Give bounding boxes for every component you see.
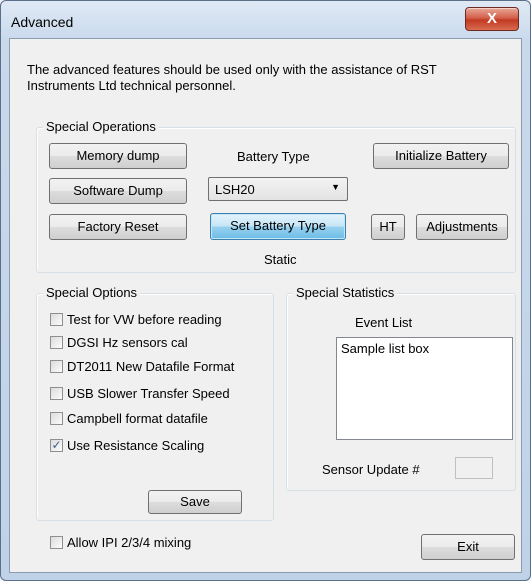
event-list-box[interactable]: Sample list box xyxy=(336,337,513,440)
sensor-update-field xyxy=(455,457,493,479)
special-options-legend: Special Options xyxy=(43,285,141,300)
close-button[interactable]: X xyxy=(465,7,519,31)
checkbox-label: Campbell format datafile xyxy=(67,411,208,426)
sensor-update-label: Sensor Update # xyxy=(322,462,420,477)
battery-type-label: Battery Type xyxy=(237,149,310,164)
initialize-battery-button[interactable]: Initialize Battery xyxy=(373,143,509,169)
checkbox-box[interactable] xyxy=(50,313,63,326)
list-item[interactable]: Sample list box xyxy=(341,341,429,356)
checkbox-box[interactable] xyxy=(50,412,63,425)
checkbox-box[interactable] xyxy=(50,387,63,400)
set-battery-type-button[interactable]: Set Battery Type xyxy=(210,213,346,240)
chevron-down-icon: ▼ xyxy=(331,182,340,192)
adjustments-button[interactable]: Adjustments xyxy=(416,214,508,240)
factory-reset-button[interactable]: Factory Reset xyxy=(49,214,187,240)
special-operations-legend: Special Operations xyxy=(43,119,159,134)
battery-type-value: LSH20 xyxy=(215,182,255,197)
checkbox-label: DT2011 New Datafile Format xyxy=(67,359,235,374)
title-bar[interactable]: Advanced X xyxy=(1,1,530,39)
ht-button[interactable]: HT xyxy=(371,214,405,240)
exit-button[interactable]: Exit xyxy=(421,534,515,560)
memory-dump-button[interactable]: Memory dump xyxy=(49,143,187,169)
checkbox-box[interactable] xyxy=(50,360,63,373)
event-list-label: Event List xyxy=(355,315,413,330)
window-title: Advanced xyxy=(11,14,74,30)
checkbox-label: Use Resistance Scaling xyxy=(67,438,205,453)
close-icon: X xyxy=(486,10,497,27)
special-statistics-legend: Special Statistics xyxy=(293,285,398,300)
checkbox-label: USB Slower Transfer Speed xyxy=(67,386,230,401)
checkbox-label: DGSI Hz sensors cal xyxy=(67,335,188,350)
checkbox-box[interactable]: ✓ xyxy=(50,439,63,452)
intro-text: The advanced features should be used onl… xyxy=(27,62,437,93)
checkbox-label: Allow IPI 2/3/4 mixing xyxy=(67,535,192,550)
special-options-group: Special Options xyxy=(36,285,274,521)
save-button[interactable]: Save xyxy=(148,490,242,514)
checkbox-box[interactable] xyxy=(50,336,63,349)
static-label: Static xyxy=(264,252,297,267)
software-dump-button[interactable]: Software Dump xyxy=(49,178,187,204)
battery-type-select[interactable]: LSH20 ▼ xyxy=(208,177,348,201)
checkbox-box[interactable] xyxy=(50,536,63,549)
checkbox-label: Test for VW before reading xyxy=(67,312,222,327)
